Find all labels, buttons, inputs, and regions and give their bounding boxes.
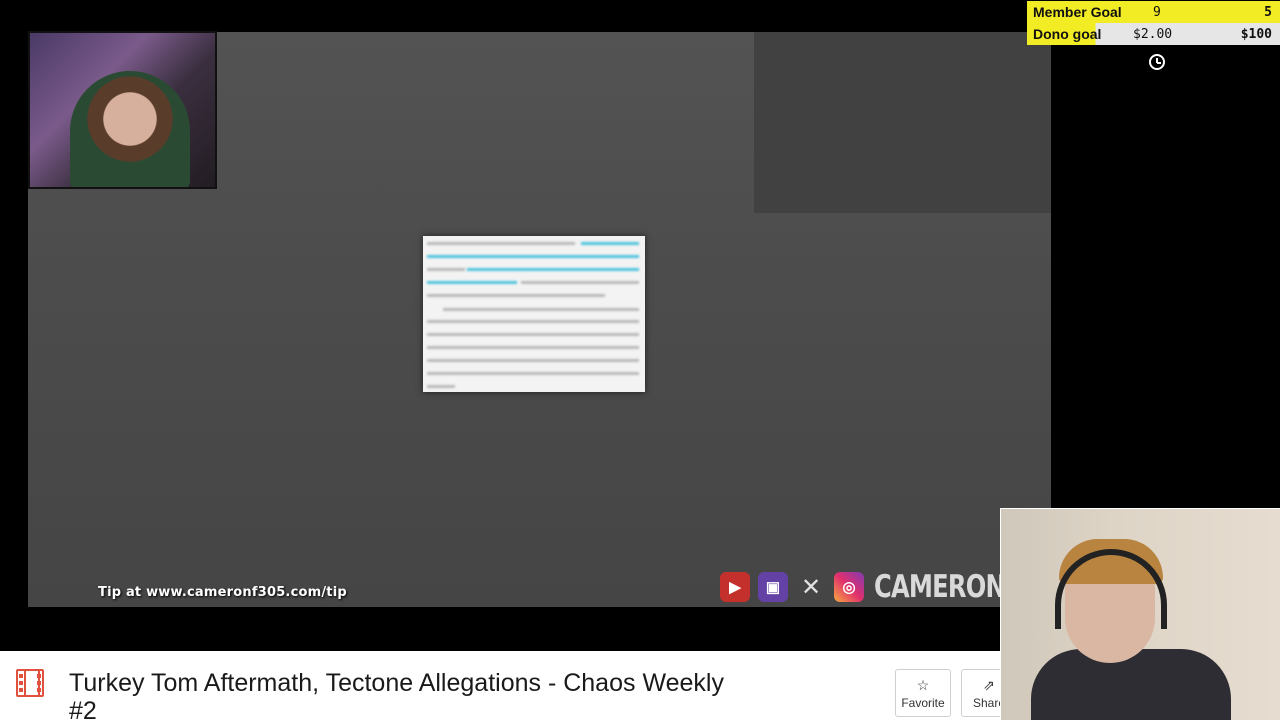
member-goal-current: 9 [1153, 4, 1161, 20]
video-title: Turkey Tom Aftermath, Tectone Allegation… [69, 669, 724, 720]
streamer-figure [70, 71, 190, 187]
streamer-webcam [28, 31, 217, 189]
brand-name: CAMERONF [874, 569, 1022, 605]
overlay-panel [754, 32, 1051, 213]
share-button[interactable]: ⇗ Share [961, 669, 1000, 717]
dono-goal-target: $100 [1240, 26, 1272, 42]
favorite-label: Favorite [901, 695, 945, 710]
instagram-icon: ◎ [834, 572, 864, 602]
youtube-icon: ▶ [720, 572, 750, 602]
video-info-bar: Turkey Tom Aftermath, Tectone Allegation… [0, 651, 1000, 720]
clock-icon [1149, 54, 1165, 70]
x-icon: ✕ [800, 573, 822, 601]
dono-goal-row: Dono goal $2.00 $100 [1027, 23, 1280, 45]
member-goal-label: Member Goal [1033, 4, 1122, 20]
dono-goal-label: Dono goal [1033, 26, 1102, 42]
tip-url-text: Tip at www.cameronf305.com/tip [98, 585, 347, 600]
share-icon: ⇗ [983, 676, 995, 693]
favorite-button[interactable]: ☆ Favorite [895, 669, 951, 717]
member-goal-target: 5 [1264, 4, 1272, 20]
dono-goal-current: $2.00 [1133, 26, 1173, 42]
reactor-webcam [1000, 508, 1280, 720]
star-icon: ☆ [916, 676, 930, 693]
twitch-icon: ▣ [758, 572, 788, 602]
blurred-document [423, 236, 645, 392]
member-goal-row: Member Goal 9 5 [1027, 1, 1280, 23]
share-label: Share [972, 695, 1000, 710]
reactor-body [1031, 649, 1231, 720]
goal-widget: Member Goal 9 5 Dono goal $2.00 $100 [1027, 0, 1280, 46]
film-icon [16, 669, 44, 697]
